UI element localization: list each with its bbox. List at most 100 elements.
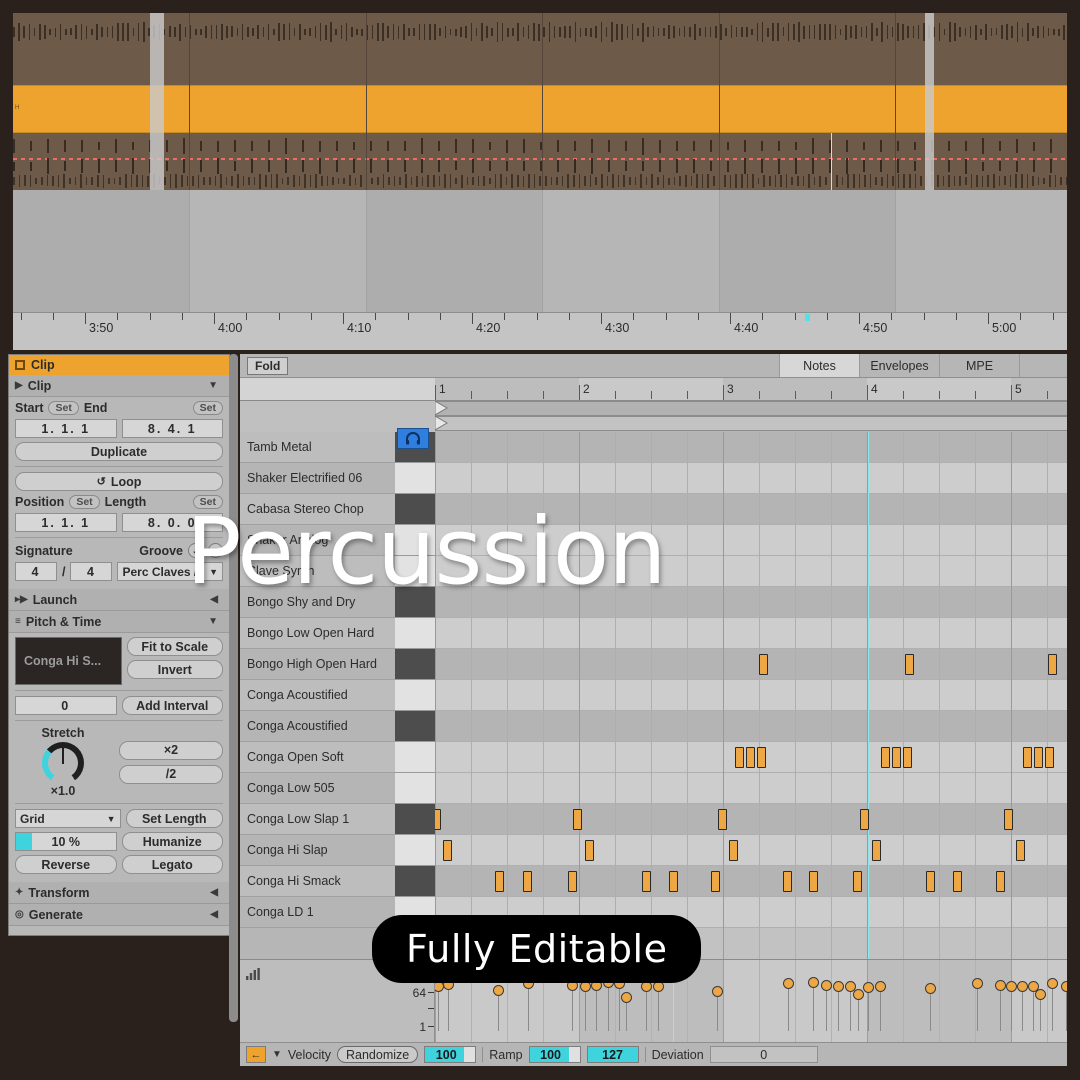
midi-note[interactable] bbox=[729, 840, 738, 861]
piano-key[interactable] bbox=[395, 463, 435, 494]
velocity-marker[interactable] bbox=[875, 981, 886, 992]
section-header-generate[interactable]: ◎ Generate ◀ bbox=[9, 904, 229, 926]
midi-note[interactable] bbox=[759, 654, 768, 675]
midi-note[interactable] bbox=[953, 871, 962, 892]
velocity-marker[interactable] bbox=[1017, 981, 1028, 992]
velocity-marker[interactable] bbox=[925, 983, 936, 994]
velocity-marker[interactable] bbox=[712, 986, 723, 997]
velocity-marker[interactable] bbox=[1047, 978, 1058, 989]
piano-key[interactable] bbox=[395, 742, 435, 773]
signature-denominator-field[interactable]: 4 bbox=[70, 562, 112, 581]
loop-brace-lower[interactable] bbox=[435, 416, 1067, 431]
midi-note[interactable] bbox=[860, 809, 869, 830]
loop-button[interactable]: ↺ Loop bbox=[15, 472, 223, 491]
midi-note[interactable] bbox=[1016, 840, 1025, 861]
drum-row-name[interactable]: Shaker Electrified 06 bbox=[240, 463, 395, 494]
note-grid-row[interactable] bbox=[435, 773, 1067, 804]
position-value-field[interactable]: 1. 1. 1 bbox=[15, 513, 117, 532]
midi-note[interactable] bbox=[872, 840, 881, 861]
velocity-marker[interactable] bbox=[863, 982, 874, 993]
midi-note[interactable] bbox=[642, 871, 651, 892]
start-value-field[interactable]: 1. 1. 1 bbox=[15, 419, 117, 438]
midi-note[interactable] bbox=[1034, 747, 1043, 768]
arrangement-playhead[interactable] bbox=[150, 13, 164, 190]
drum-row-name[interactable]: Bongo High Open Hard bbox=[240, 649, 395, 680]
velocity-marker[interactable] bbox=[1061, 981, 1067, 992]
arrangement-audio-clip[interactable]: H bbox=[13, 85, 1067, 133]
drum-row-name[interactable]: Bongo Low Open Hard bbox=[240, 618, 395, 649]
velocity-marker[interactable] bbox=[833, 981, 844, 992]
midi-note[interactable] bbox=[1004, 809, 1013, 830]
grid-select[interactable]: Grid ▼ bbox=[15, 809, 121, 828]
loop-brace-strip[interactable] bbox=[240, 401, 1067, 432]
bar-ruler[interactable]: 12345 bbox=[240, 378, 1067, 401]
midi-note[interactable] bbox=[757, 747, 766, 768]
panel-scrollbar[interactable] bbox=[229, 354, 238, 1022]
midi-note[interactable] bbox=[905, 654, 914, 675]
note-grid-row[interactable] bbox=[435, 680, 1067, 711]
velocity-marker[interactable] bbox=[972, 978, 983, 989]
add-interval-button[interactable]: Add Interval bbox=[122, 696, 224, 715]
midi-note[interactable] bbox=[573, 809, 582, 830]
tab-envelopes[interactable]: Envelopes bbox=[859, 354, 939, 377]
midi-note[interactable] bbox=[495, 871, 504, 892]
chevron-down-icon[interactable]: ▼ bbox=[272, 1049, 282, 1060]
set-length-button[interactable]: Set Length bbox=[126, 809, 224, 828]
velocity-amount-field[interactable]: 100 bbox=[424, 1046, 476, 1063]
piano-key[interactable] bbox=[395, 804, 435, 835]
drum-row-name[interactable]: Conga Low Slap 1 bbox=[240, 804, 395, 835]
fold-button[interactable]: Fold bbox=[247, 357, 288, 375]
timeline-ruler[interactable]: 3:504:004:104:204:304:404:505:00 bbox=[13, 312, 1067, 350]
drum-row-name[interactable]: Conga Open Soft bbox=[240, 742, 395, 773]
drum-row-name[interactable]: Conga LD 1 bbox=[240, 897, 395, 928]
drum-row-name[interactable]: Conga Acoustified bbox=[240, 680, 395, 711]
section-header-pitch-time[interactable]: ≡ Pitch & Time ▼ bbox=[9, 611, 229, 633]
piano-key[interactable] bbox=[395, 680, 435, 711]
chevron-down-icon[interactable]: ▼ bbox=[208, 616, 218, 627]
piano-key[interactable] bbox=[395, 711, 435, 742]
drum-row-name[interactable]: Conga Hi Smack bbox=[240, 866, 395, 897]
section-header-transform[interactable]: ✦ Transform ◀ bbox=[9, 882, 229, 904]
ramp-value-field[interactable]: 100 bbox=[529, 1046, 581, 1063]
midi-note[interactable] bbox=[711, 871, 720, 892]
end-set-button[interactable]: Set bbox=[193, 401, 223, 415]
drum-row-name[interactable]: Tamb Metal bbox=[240, 432, 395, 463]
loop-brace-upper[interactable] bbox=[435, 401, 1067, 416]
velocity-marker[interactable] bbox=[621, 992, 632, 1003]
note-grid-row[interactable] bbox=[435, 711, 1067, 742]
midi-note[interactable] bbox=[903, 747, 912, 768]
deviation-value-field[interactable]: 0 bbox=[710, 1046, 818, 1063]
duplicate-button[interactable]: Duplicate bbox=[15, 442, 223, 461]
arrangement-playhead[interactable] bbox=[925, 13, 934, 190]
preview-headphone-button[interactable] bbox=[397, 428, 429, 449]
note-grid-row[interactable] bbox=[435, 835, 1067, 866]
velocity-marker[interactable] bbox=[493, 985, 504, 996]
chevron-left-icon[interactable]: ◀ bbox=[210, 909, 218, 920]
ramp-max-field[interactable]: 127 bbox=[587, 1046, 639, 1063]
midi-note[interactable] bbox=[1045, 747, 1054, 768]
midi-note[interactable] bbox=[746, 747, 755, 768]
clip-activator-icon[interactable] bbox=[15, 360, 25, 370]
note-grid-row[interactable] bbox=[435, 432, 1067, 463]
note-grid-row[interactable] bbox=[435, 649, 1067, 680]
empty-track-area[interactable] bbox=[13, 190, 1067, 312]
arrangement-view[interactable]: H bbox=[13, 13, 1067, 190]
chevron-down-icon[interactable]: ▼ bbox=[208, 380, 218, 391]
midi-note[interactable] bbox=[892, 747, 901, 768]
reverse-button[interactable]: Reverse bbox=[15, 855, 117, 874]
midi-note[interactable] bbox=[1048, 654, 1057, 675]
humanize-button[interactable]: Humanize bbox=[122, 832, 224, 851]
midi-note[interactable] bbox=[1023, 747, 1032, 768]
piano-key[interactable] bbox=[395, 773, 435, 804]
midi-note[interactable] bbox=[735, 747, 744, 768]
midi-note[interactable] bbox=[996, 871, 1005, 892]
stretch-knob[interactable] bbox=[42, 742, 84, 784]
note-grid-row[interactable] bbox=[435, 463, 1067, 494]
stretch-div-two-button[interactable]: /2 bbox=[119, 765, 223, 784]
stretch-times-two-button[interactable]: ×2 bbox=[119, 741, 223, 760]
midi-note[interactable] bbox=[568, 871, 577, 892]
fit-to-scale-button[interactable]: Fit to Scale bbox=[127, 637, 224, 656]
velocity-marker[interactable] bbox=[995, 980, 1006, 991]
end-value-field[interactable]: 8. 4. 1 bbox=[122, 419, 224, 438]
midi-note[interactable] bbox=[669, 871, 678, 892]
